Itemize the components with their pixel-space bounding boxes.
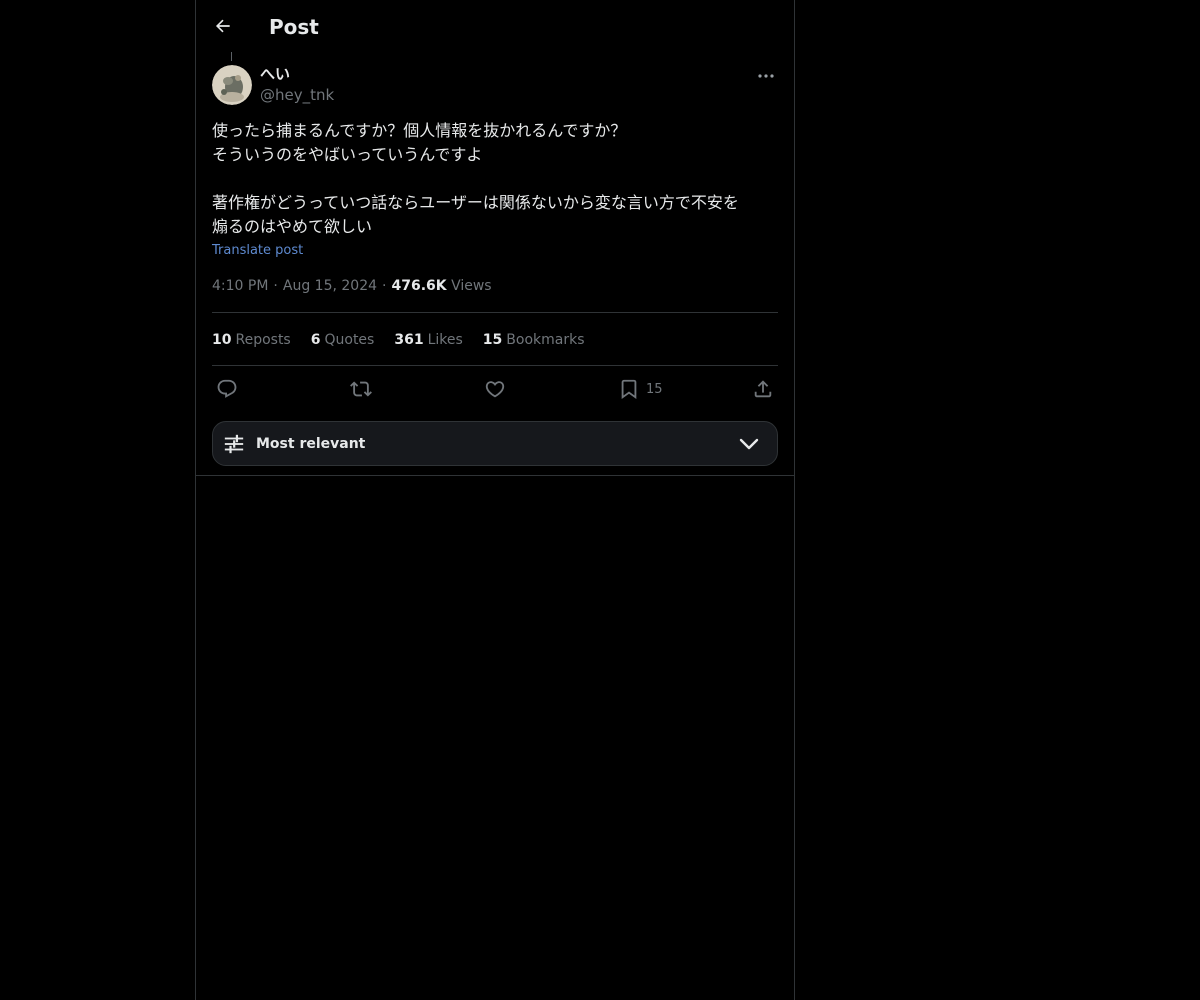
post-text-line: そういうのをやばいっていうんですよ (212, 145, 483, 164)
author-handle[interactable]: @hey_tnk (260, 85, 334, 105)
share-button[interactable] (752, 376, 774, 402)
more-options-button[interactable] (754, 66, 778, 86)
like-button[interactable] (484, 376, 506, 402)
bookmarks-label: Bookmarks (506, 332, 585, 348)
primary-column: Post へい @hey_tnk 使ったら捕まるんですか？個人情報を抜かれるんで… (195, 0, 795, 1000)
sort-label: Most relevant (256, 436, 366, 452)
back-button[interactable] (208, 11, 238, 41)
post-stats: 10 Reposts 6 Quotes 361 Likes 15 Bookmarks (212, 330, 605, 350)
section-divider (196, 475, 794, 476)
post-body: 使ったら捕まるんですか？個人情報を抜かれるんですか？ そういうのをやばいっていう… (212, 119, 778, 239)
heart-icon (485, 381, 505, 398)
sliders-icon (224, 434, 244, 454)
page-header: Post (196, 0, 794, 53)
quotes-stat[interactable]: 6 Quotes (311, 330, 375, 350)
post-text-line: 使ったら捕まるんですか？個人情報を抜かれるんですか？ (212, 121, 627, 140)
post-text-line: 煽るのはやめて欲しい (212, 217, 373, 236)
quotes-label: Quotes (324, 332, 375, 348)
author-name[interactable]: へい (260, 64, 290, 84)
bookmark-button[interactable]: 15 (618, 376, 663, 402)
author-avatar[interactable] (212, 65, 252, 105)
post-text-line: 著作権がどうっていつ話ならユーザーは関係ないから変な言い方で不安を (212, 193, 739, 212)
chevron-down-icon (739, 438, 759, 450)
translate-post-link[interactable]: Translate post (212, 242, 303, 260)
avatar-image (212, 65, 252, 105)
post-date[interactable]: Aug 15, 2024 (283, 278, 377, 294)
views-count: 476.6K (391, 278, 447, 294)
reply-sort-dropdown[interactable]: Most relevant (212, 421, 778, 466)
post-text-blank-line (212, 167, 778, 191)
post-actions: 15 (212, 376, 778, 402)
meta-separator: · (382, 278, 387, 294)
more-horizontal-icon (758, 74, 774, 78)
bookmarks-stat[interactable]: 15 Bookmarks (483, 330, 585, 350)
reposts-stat[interactable]: 10 Reposts (212, 330, 291, 350)
reply-button[interactable] (216, 376, 238, 402)
meta-separator: · (273, 278, 278, 294)
reply-icon (217, 379, 237, 398)
reposts-count: 10 (212, 332, 232, 348)
bookmarks-count: 15 (482, 332, 503, 348)
views-label: Views (451, 278, 492, 294)
repost-button[interactable] (350, 376, 372, 402)
quotes-count: 6 (310, 332, 321, 348)
bookmark-icon (621, 379, 637, 400)
page-title: Post (269, 15, 319, 39)
divider (212, 365, 778, 366)
post-time[interactable]: 4:10 PM (212, 278, 268, 294)
likes-count: 361 (394, 332, 424, 348)
reposts-label: Reposts (235, 332, 291, 348)
repost-icon (350, 381, 372, 397)
post-meta: 4:10 PM · Aug 15, 2024 · 476.6K Views (212, 276, 492, 296)
divider (212, 312, 778, 313)
likes-stat[interactable]: 361 Likes (394, 330, 462, 350)
bookmark-count: 15 (646, 381, 663, 397)
likes-label: Likes (427, 332, 463, 348)
arrow-left-icon (215, 19, 230, 33)
share-icon (754, 380, 772, 398)
thread-connector-line (231, 52, 232, 61)
